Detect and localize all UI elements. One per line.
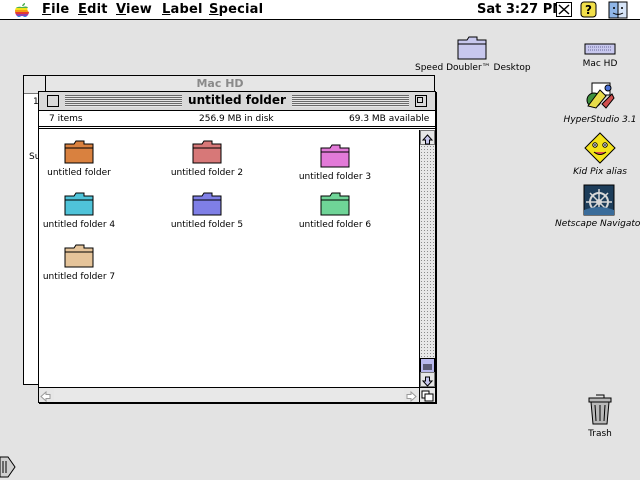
control-strip-tab-icon[interactable] [0, 456, 16, 478]
window-content: untitled folder untitled folder 2 untitl… [39, 130, 419, 387]
scroll-down-arrow-icon[interactable] [420, 372, 435, 387]
folder-item[interactable]: untitled folder 2 [167, 140, 247, 178]
scroll-right-arrow-icon[interactable] [404, 388, 419, 403]
folder-icon [64, 244, 94, 268]
desktop-icon-kid-pix[interactable]: Kid Pix alias [566, 132, 634, 177]
window-titlebar[interactable]: untitled folder [39, 92, 435, 111]
desktop-icon-label: HyperStudio 3.1 [562, 115, 638, 125]
desktop-icon-label: Speed Doubler™ Desktop [414, 63, 532, 73]
hyperstudio-icon [586, 82, 615, 109]
desktop-icon-label: Kid Pix alias [572, 167, 628, 177]
menu-label[interactable]: Label [162, 2, 203, 17]
netscape-navigator-icon [583, 184, 615, 216]
disk-usage: 256.9 MB in disk [199, 114, 274, 124]
folder-icon [64, 140, 94, 164]
folder-icon [192, 192, 222, 216]
desktop-icon-hyperstudio[interactable]: HyperStudio 3.1 [558, 80, 640, 125]
vertical-scrollbar[interactable] [419, 130, 435, 388]
items-count: 7 items [49, 114, 83, 124]
size-box-icon[interactable] [419, 387, 435, 402]
folder-item[interactable]: untitled folder 7 [39, 244, 119, 282]
folder-icon [192, 140, 222, 164]
desktop-icon-label: Netscape Navigator [554, 219, 640, 229]
folder-item-label: untitled folder 3 [298, 172, 372, 182]
folder-item[interactable]: untitled folder [39, 140, 119, 178]
desktop-icon-label: Trash [587, 429, 613, 439]
svg-text:?: ? [585, 3, 592, 17]
control-strip-icon[interactable] [556, 2, 572, 17]
folder-item-label: untitled folder 6 [298, 220, 372, 230]
window-title: untitled folder [182, 93, 292, 107]
folder-item[interactable]: untitled folder 6 [295, 192, 375, 230]
menu-special[interactable]: Special [209, 2, 263, 17]
folder-item-label: untitled folder [47, 168, 111, 178]
menu-bar: File Edit View Label Special Sat 3:27 PM… [0, 0, 640, 20]
desktop-icon-speed-doubler[interactable]: Speed Doubler™ Desktop [414, 36, 532, 73]
trash-icon [588, 394, 612, 425]
scroll-left-arrow-icon[interactable] [39, 388, 54, 403]
horizontal-scrollbar[interactable] [39, 387, 419, 403]
folder-item-label: untitled folder 2 [170, 168, 244, 178]
folder-icon [457, 36, 487, 60]
scroll-track[interactable] [420, 145, 435, 358]
folder-item[interactable]: untitled folder 3 [295, 144, 375, 182]
menu-edit[interactable]: Edit [78, 2, 108, 17]
folder-item[interactable]: untitled folder 4 [39, 192, 119, 230]
folder-item-label: untitled folder 4 [42, 220, 116, 230]
zoom-box-icon[interactable] [415, 95, 427, 107]
folder-icon [320, 144, 350, 168]
folder-item-label: untitled folder 7 [42, 272, 116, 282]
folder-icon [64, 192, 94, 216]
back-window-title: Mac HD [196, 77, 244, 90]
disk-available: 69.3 MB available [349, 114, 430, 124]
menubar-clock[interactable]: Sat 3:27 PM [477, 2, 565, 17]
folder-item-label: untitled folder 5 [170, 220, 244, 230]
desktop-icon-label: Mac HD [581, 59, 619, 69]
help-balloon-icon[interactable]: ? [580, 1, 597, 18]
apple-menu-icon[interactable] [14, 2, 30, 18]
desktop-icon-mac-hd[interactable]: Mac HD [578, 42, 622, 69]
hard-drive-icon [584, 43, 616, 55]
window-info-bar: 7 items 256.9 MB in disk 69.3 MB availab… [39, 111, 435, 129]
menu-file[interactable]: File [42, 2, 69, 17]
scroll-up-arrow-icon[interactable] [420, 130, 435, 145]
desktop-icon-trash[interactable]: Trash [580, 392, 620, 439]
finder-app-icon[interactable] [608, 1, 628, 19]
menu-view[interactable]: View [116, 2, 152, 17]
finder-window-untitled-folder: untitled folder 7 items 256.9 MB in disk… [38, 91, 436, 403]
desktop-icon-netscape[interactable]: Netscape Navigator [554, 184, 640, 229]
folder-item[interactable]: untitled folder 5 [167, 192, 247, 230]
folder-icon [320, 192, 350, 216]
kid-pix-icon [584, 132, 616, 164]
scroll-thumb[interactable] [420, 358, 435, 373]
